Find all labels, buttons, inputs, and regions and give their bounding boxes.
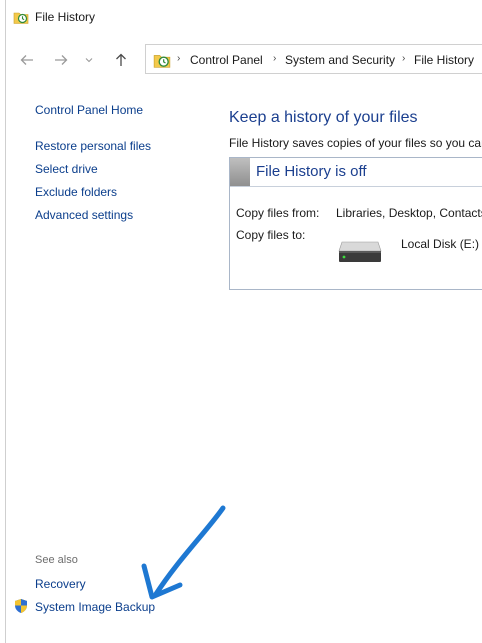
back-button[interactable] <box>16 49 38 71</box>
page-description: File History saves copies of your files … <box>229 136 482 150</box>
recovery-link[interactable]: Recovery <box>35 577 86 591</box>
back-arrow-icon <box>20 55 33 65</box>
page-heading: Keep a history of your files <box>229 109 418 126</box>
see-also-heading: See also <box>35 554 78 566</box>
breadcrumb-control-panel[interactable]: Control Panel <box>190 53 263 67</box>
up-button[interactable] <box>110 49 132 71</box>
file-history-window: File History › Control Panel › System an… <box>5 0 482 643</box>
window-title: File History <box>35 10 96 24</box>
status-title: File History is off <box>256 163 367 180</box>
control-panel-home-link[interactable]: Control Panel Home <box>35 103 143 117</box>
file-history-status-panel: File History is off Copy files from: Lib… <box>229 157 482 290</box>
copy-from-value: Libraries, Desktop, Contacts, <box>336 206 482 220</box>
forward-arrow-icon <box>55 55 68 65</box>
navigation-bar: › Control Panel › System and Security › … <box>6 40 482 78</box>
annotation-arrow <box>141 505 226 600</box>
advanced-settings-link[interactable]: Advanced settings <box>35 208 133 222</box>
status-header: File History is off <box>230 158 482 187</box>
select-drive-link[interactable]: Select drive <box>35 162 98 176</box>
up-arrow-icon <box>116 53 126 66</box>
system-image-backup-link[interactable]: System Image Backup <box>35 600 155 614</box>
exclude-folders-link[interactable]: Exclude folders <box>35 185 117 199</box>
breadcrumb-separator[interactable]: › <box>273 53 276 64</box>
copy-to-label: Copy files to: <box>236 228 306 242</box>
file-history-icon <box>13 12 29 24</box>
breadcrumb-system-and-security[interactable]: System and Security <box>285 53 395 67</box>
breadcrumb-separator[interactable]: › <box>402 53 405 64</box>
recent-locations-button[interactable] <box>82 49 96 71</box>
breadcrumb-separator[interactable]: › <box>177 53 180 64</box>
address-bar[interactable]: › Control Panel › System and Security › … <box>145 44 482 74</box>
forward-button[interactable] <box>50 49 72 71</box>
uac-shield-icon <box>15 599 27 613</box>
disk-name-label: Local Disk (E:) <box>401 237 480 251</box>
chevron-down-icon <box>85 58 93 63</box>
copy-from-label: Copy files from: <box>236 206 320 220</box>
status-indicator <box>230 158 250 186</box>
title-bar[interactable]: File History <box>6 0 482 36</box>
hard-disk-icon <box>338 241 382 262</box>
restore-personal-files-link[interactable]: Restore personal files <box>35 139 151 153</box>
breadcrumb-file-history[interactable]: File History <box>414 53 474 67</box>
file-history-icon <box>153 55 171 68</box>
